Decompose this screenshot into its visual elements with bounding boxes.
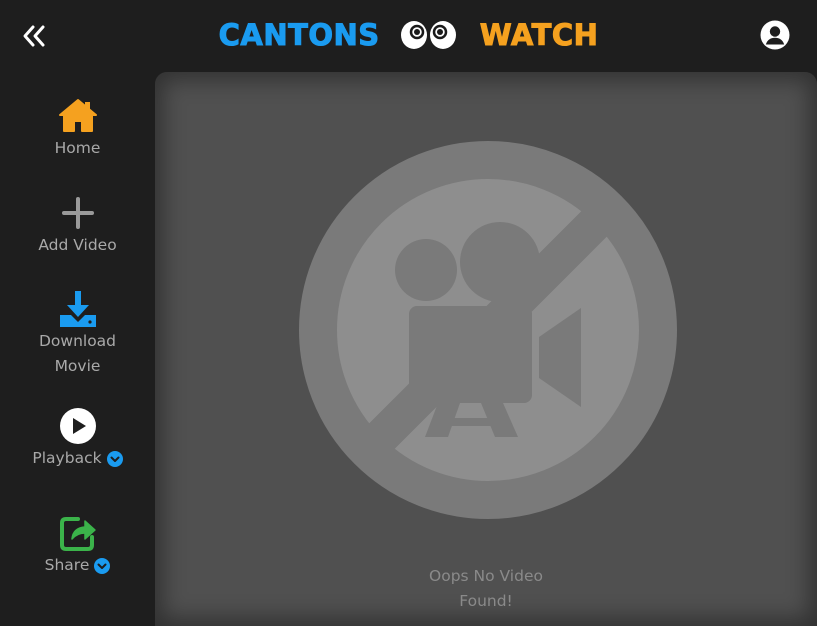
sidebar-item-home[interactable]: Home (0, 96, 155, 161)
empty-state-line2: Found! (459, 592, 513, 610)
sidebar-item-download-movie[interactable]: Download Movie (0, 289, 155, 379)
share-icon (58, 513, 98, 553)
sidebar-item-label: Playback (32, 449, 102, 467)
sidebar-item-label: Add Video (38, 236, 117, 254)
user-circle-icon (760, 20, 790, 50)
plus-icon (58, 193, 98, 233)
sidebar-item-share[interactable]: Share (0, 513, 155, 578)
eyes-logo-icon (400, 19, 458, 51)
app-window: CANTONS WATCH Home Add Video Download Mo… (0, 0, 817, 626)
sidebar-item-label: Home (54, 139, 101, 157)
sidebar-nav: Home Add Video Download Movie Playback S… (0, 70, 155, 626)
video-panel: Oops No Video Found! (155, 72, 817, 626)
home-icon (58, 96, 98, 136)
chevron-down-icon[interactable] (106, 450, 123, 467)
top-bar: CANTONS WATCH (0, 0, 817, 70)
empty-state-line1: Oops No Video (429, 567, 543, 585)
play-circle-icon (58, 406, 98, 446)
brand-logo: CANTONS WATCH (0, 0, 817, 70)
sidebar-item-label-row: Playback (32, 446, 123, 471)
brand-left-word: CANTONS (218, 17, 380, 52)
profile-button[interactable] (759, 19, 791, 51)
brand-right-word: WATCH (479, 17, 599, 52)
download-icon (58, 289, 98, 329)
sidebar-item-label-line2: Movie (54, 357, 101, 375)
sidebar-item-label-row: Share (45, 553, 111, 578)
sidebar-item-add-video[interactable]: Add Video (0, 193, 155, 258)
no-video-camera-icon (299, 141, 677, 519)
sidebar-item-label: Share (44, 556, 90, 574)
empty-state-message: Oops No Video Found! (386, 564, 586, 614)
sidebar-item-label-line1: Download (38, 332, 117, 350)
chevron-down-icon[interactable] (94, 557, 111, 574)
sidebar-item-playback[interactable]: Playback (0, 406, 155, 471)
